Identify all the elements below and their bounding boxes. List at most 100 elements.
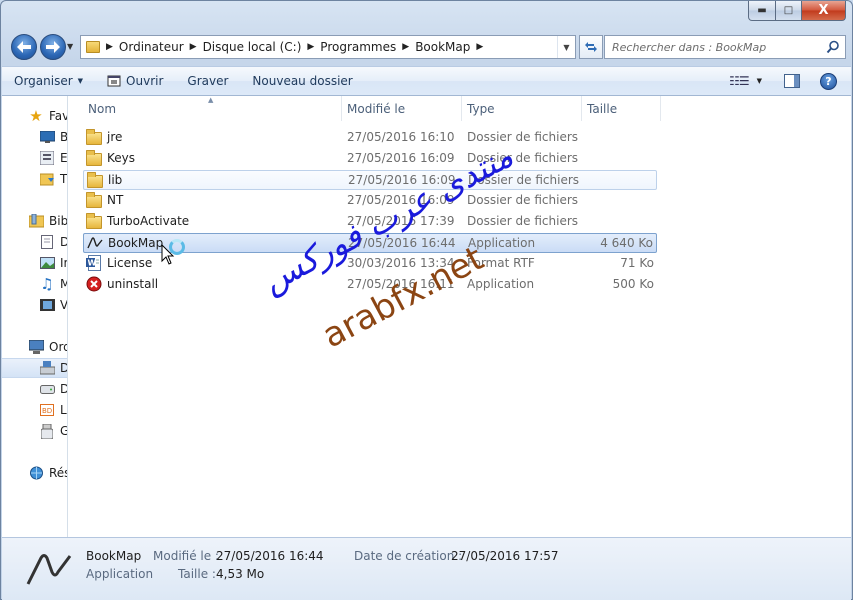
explorer-window: ▬ □ X ▼ ▶ Ordinateur ▶ Disque local (C:)… bbox=[0, 0, 853, 600]
column-name-label: Nom bbox=[88, 101, 117, 116]
address-bar[interactable]: ▶ Ordinateur ▶ Disque local (C:) ▶ Progr… bbox=[80, 35, 576, 59]
caption-buttons: ▬ □ X bbox=[748, 1, 846, 21]
file-name: jre bbox=[107, 130, 123, 144]
nav-library-item[interactable]: D bbox=[2, 232, 67, 252]
maximize-button[interactable]: □ bbox=[776, 1, 802, 21]
nav-library-label: Im bbox=[60, 256, 67, 270]
local-disk-icon bbox=[39, 360, 55, 376]
open-button[interactable]: Ouvrir bbox=[95, 67, 175, 95]
file-name: NT bbox=[107, 193, 124, 207]
close-button[interactable]: X bbox=[802, 1, 846, 21]
file-name: BookMap bbox=[108, 236, 164, 250]
nav-computer[interactable]: Ord bbox=[2, 337, 67, 357]
column-header-name[interactable]: Nom bbox=[83, 96, 342, 121]
breadcrumb-bookmap[interactable]: BookMap bbox=[415, 40, 470, 54]
file-name: uninstall bbox=[107, 277, 159, 291]
breadcrumb-computer[interactable]: Ordinateur bbox=[119, 40, 184, 54]
file-type: Dossier de fichiers bbox=[467, 130, 579, 144]
organize-button[interactable]: Organiser ▼ bbox=[2, 67, 95, 95]
svg-text:W: W bbox=[88, 259, 97, 268]
open-label: Ouvrir bbox=[126, 74, 164, 88]
nav-computer-item[interactable]: BD L bbox=[2, 400, 67, 420]
file-type: Dossier de fichiers bbox=[468, 173, 580, 187]
new-folder-button[interactable]: Nouveau dossier bbox=[240, 67, 364, 95]
search-icon[interactable] bbox=[826, 40, 840, 54]
file-row[interactable]: NT 27/05/2016 16:09 Dossier de fichiers bbox=[83, 191, 657, 211]
recent-pages-dropdown-icon[interactable]: ▼ bbox=[67, 42, 73, 51]
column-header-type[interactable]: Type bbox=[462, 96, 582, 121]
file-name: License bbox=[107, 256, 153, 270]
column-type-label: Type bbox=[467, 101, 495, 116]
nav-network[interactable]: Rés bbox=[2, 463, 67, 483]
nav-computer-item-selected[interactable]: D bbox=[2, 358, 67, 378]
chevron-right-icon[interactable]: ▶ bbox=[307, 42, 314, 52]
preview-pane-icon[interactable] bbox=[784, 74, 800, 88]
details-size-label: Taille : bbox=[178, 567, 216, 581]
nav-libraries[interactable]: Bib bbox=[2, 211, 67, 231]
forward-button[interactable] bbox=[40, 34, 66, 60]
file-row[interactable]: TurboActivate 27/05/2016 17:39 Dossier d… bbox=[83, 212, 657, 232]
nav-favorite-label: B bbox=[60, 130, 68, 144]
column-modified-label: Modifié le bbox=[347, 101, 406, 116]
nav-favorite-item[interactable]: B bbox=[2, 127, 68, 147]
nav-computer-item[interactable]: D bbox=[2, 379, 67, 399]
documents-icon bbox=[39, 234, 55, 250]
new-folder-label: Nouveau dossier bbox=[252, 74, 353, 88]
computer-icon bbox=[28, 339, 44, 355]
file-row[interactable]: Keys 27/05/2016 16:09 Dossier de fichier… bbox=[83, 149, 657, 169]
nav-library-label: M bbox=[60, 277, 67, 291]
file-name-cell: TurboActivate bbox=[86, 212, 341, 230]
nav-computer-item-label: D bbox=[60, 361, 67, 375]
nav-favorite-item[interactable]: T bbox=[2, 169, 67, 189]
help-icon[interactable]: ? bbox=[820, 72, 837, 90]
svg-text:BD: BD bbox=[42, 407, 52, 415]
file-row[interactable]: uninstall 27/05/2016 16:11 Application 5… bbox=[83, 275, 657, 295]
file-date: 30/03/2016 13:34 bbox=[347, 256, 455, 270]
libraries-icon bbox=[28, 213, 44, 229]
search-input[interactable]: Rechercher dans : BookMap bbox=[604, 35, 846, 59]
breadcrumb-programs[interactable]: Programmes bbox=[320, 40, 396, 54]
usb-drive-icon bbox=[39, 423, 55, 439]
refresh-button[interactable] bbox=[579, 35, 603, 59]
file-row[interactable]: jre 27/05/2016 16:10 Dossier de fichiers bbox=[83, 128, 657, 148]
view-options-dropdown-icon[interactable]: ▼ bbox=[757, 77, 762, 85]
chevron-right-icon[interactable]: ▶ bbox=[476, 42, 483, 52]
nav-favorite-item[interactable]: E bbox=[2, 148, 67, 168]
file-type: Format RTF bbox=[467, 256, 535, 270]
nav-library-item[interactable]: V bbox=[2, 295, 67, 315]
minimize-button[interactable]: ▬ bbox=[748, 1, 776, 21]
chevron-right-icon[interactable]: ▶ bbox=[190, 42, 197, 52]
chevron-right-icon[interactable]: ▶ bbox=[402, 42, 409, 52]
column-header-modified[interactable]: Modifié le bbox=[342, 96, 462, 121]
address-dropdown-icon[interactable]: ▼ bbox=[557, 36, 575, 58]
column-header-size[interactable]: Taille bbox=[582, 96, 661, 121]
bookmap-app-icon bbox=[26, 554, 72, 585]
network-icon bbox=[28, 465, 44, 481]
back-button[interactable] bbox=[11, 34, 37, 60]
file-name: lib bbox=[108, 173, 123, 187]
nav-computer-item[interactable]: G bbox=[2, 421, 67, 441]
content-area: ★ Fav B E T Bib D bbox=[2, 96, 851, 537]
removable-drive-icon: BD bbox=[39, 402, 55, 418]
nav-library-item[interactable]: Im bbox=[2, 253, 67, 273]
folder-icon bbox=[86, 128, 102, 145]
change-view-icon[interactable]: ☷☰ bbox=[729, 74, 749, 88]
nav-favorites[interactable]: ★ Fav bbox=[2, 106, 67, 126]
details-modified-value: 27/05/2016 16:44 bbox=[216, 549, 324, 563]
file-name-cell: BookMap bbox=[87, 234, 342, 252]
burn-button[interactable]: Graver bbox=[175, 67, 240, 95]
file-type: Dossier de fichiers bbox=[467, 151, 579, 165]
file-row-hover[interactable]: lib 27/05/2016 16:09 Dossier de fichiers bbox=[83, 170, 657, 190]
star-icon: ★ bbox=[29, 107, 43, 125]
nav-computer-item-label: L bbox=[60, 403, 67, 417]
nav-library-item[interactable]: ♫ M bbox=[2, 274, 67, 294]
breadcrumb-local-disk[interactable]: Disque local (C:) bbox=[203, 40, 302, 54]
refresh-icon bbox=[585, 42, 597, 52]
file-name-cell: lib bbox=[87, 171, 342, 189]
file-name-cell: Keys bbox=[86, 149, 341, 167]
details-created-label: Date de création : bbox=[354, 549, 463, 563]
chevron-right-icon[interactable]: ▶ bbox=[106, 42, 113, 52]
column-headers: ▲ Nom Modifié le Type Taille bbox=[69, 96, 851, 121]
videos-icon bbox=[39, 297, 55, 313]
navigation-pane[interactable]: ★ Fav B E T Bib D bbox=[2, 96, 68, 537]
